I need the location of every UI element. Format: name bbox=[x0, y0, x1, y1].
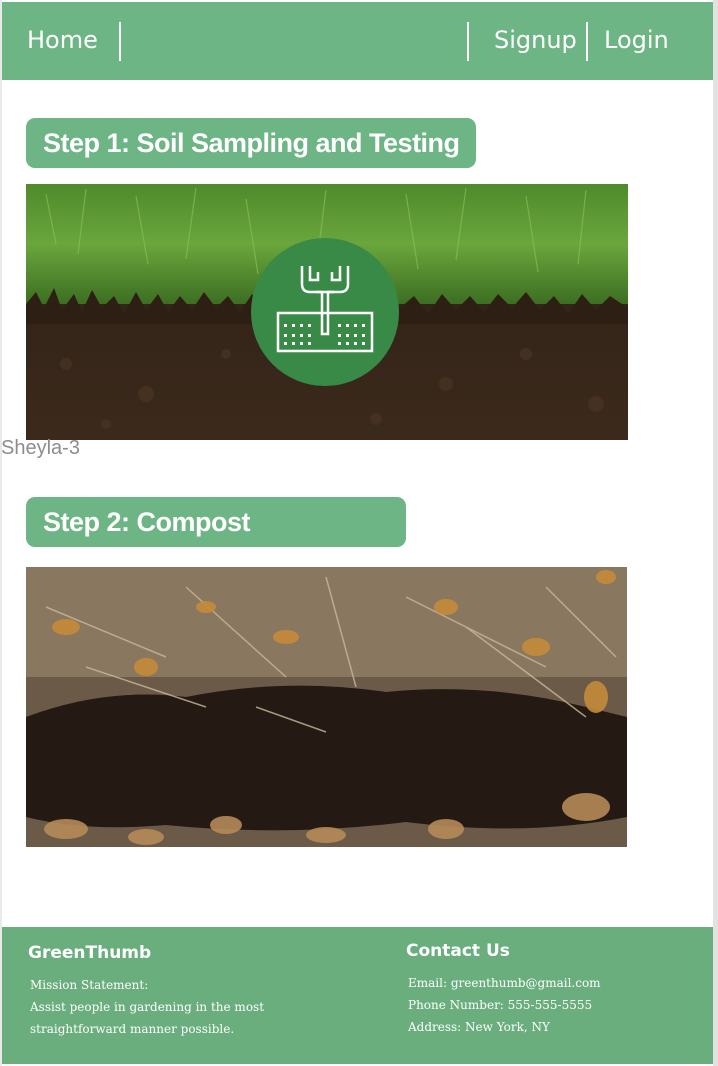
nav-home-link[interactable]: Home bbox=[27, 22, 98, 58]
nav-signup-link[interactable]: Signup bbox=[494, 22, 577, 58]
mission-label: Mission Statement: bbox=[30, 978, 149, 992]
image-caption: Sheyla-3 bbox=[1, 437, 80, 459]
nav-login-link[interactable]: Login bbox=[604, 22, 669, 58]
nav-divider bbox=[467, 22, 469, 61]
mission-text-line: straightforward manner possible. bbox=[30, 1022, 235, 1036]
nav-divider bbox=[119, 22, 121, 61]
contact-address: Address: New York, NY bbox=[408, 1020, 550, 1034]
contact-email[interactable]: Email: greenthumb@gmail.com bbox=[408, 972, 601, 994]
page-left-border bbox=[0, 0, 2, 1066]
step-1-heading: Step 1: Soil Sampling and Testing bbox=[26, 118, 476, 168]
soil-sampling-image bbox=[26, 184, 628, 440]
compost-image bbox=[26, 567, 627, 847]
nav-divider bbox=[586, 22, 588, 61]
footer-brand: GreenThumb bbox=[28, 943, 152, 963]
site-header: Home Signup Login bbox=[2, 2, 713, 80]
contact-phone: Phone Number: 555-555-5555 bbox=[408, 998, 593, 1012]
site-footer: GreenThumb Mission Statement: Assist peo… bbox=[2, 927, 713, 1064]
step-2-heading: Step 2: Compost bbox=[26, 497, 406, 547]
page-right-border bbox=[713, 0, 718, 1066]
contact-heading: Contact Us bbox=[406, 941, 510, 961]
mission-text-line: Assist people in gardening in the most bbox=[30, 1000, 265, 1014]
